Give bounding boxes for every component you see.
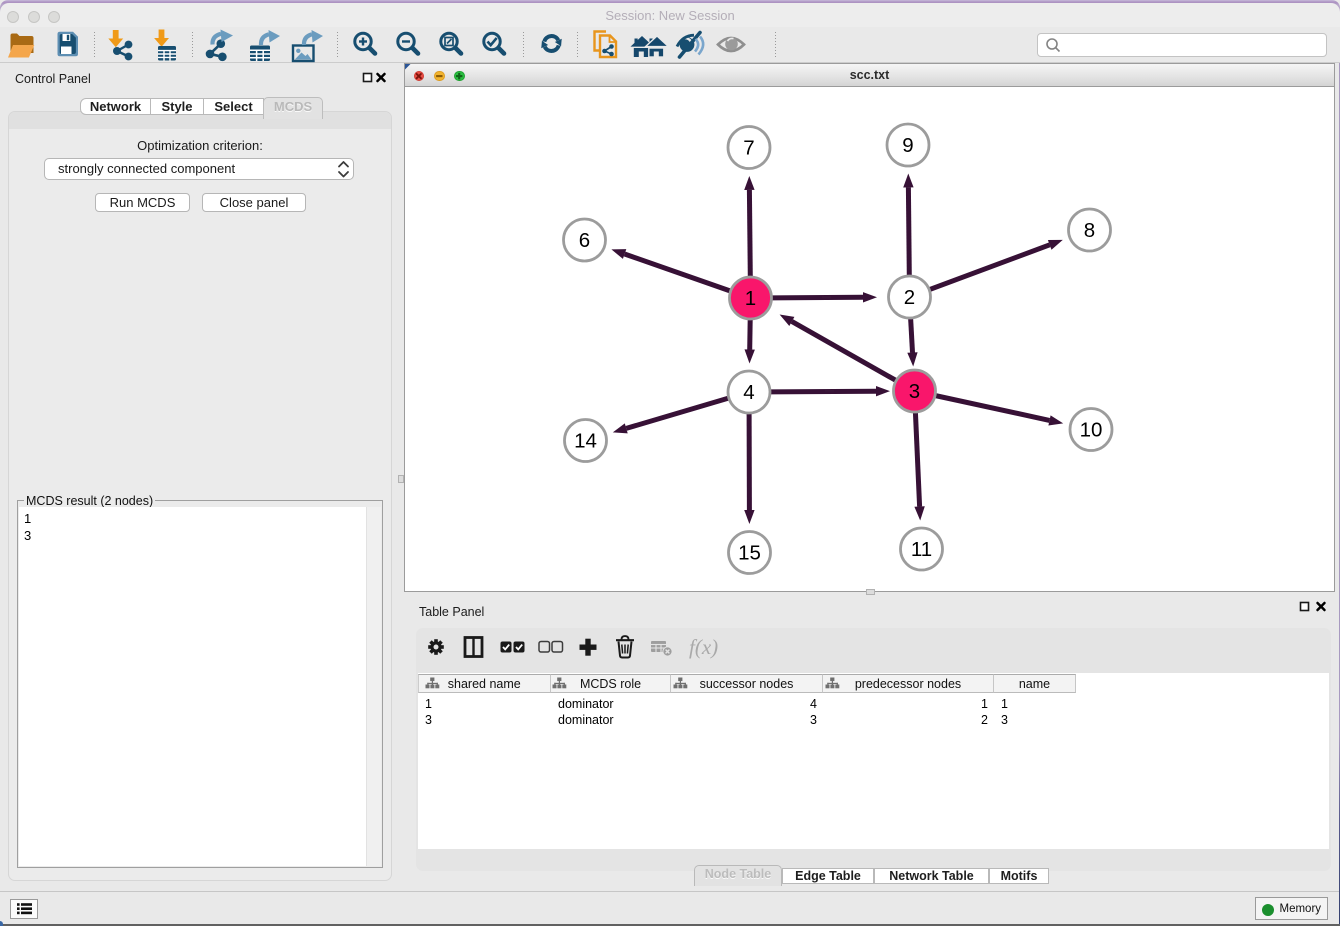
svg-text:2: 2 — [904, 286, 915, 309]
svg-text:14: 14 — [574, 430, 597, 453]
svg-text:7: 7 — [743, 137, 754, 160]
svg-text:11: 11 — [911, 538, 932, 561]
svg-text:4: 4 — [743, 381, 754, 404]
svg-text:15: 15 — [738, 542, 761, 565]
svg-text:9: 9 — [902, 134, 913, 157]
svg-text:f(x): f(x) — [689, 635, 718, 659]
svg-text:6: 6 — [579, 229, 590, 252]
svg-text:10: 10 — [1080, 419, 1103, 442]
svg-text:3: 3 — [909, 380, 920, 403]
svg-text:8: 8 — [1084, 219, 1095, 242]
svg-text:1: 1 — [745, 287, 756, 310]
